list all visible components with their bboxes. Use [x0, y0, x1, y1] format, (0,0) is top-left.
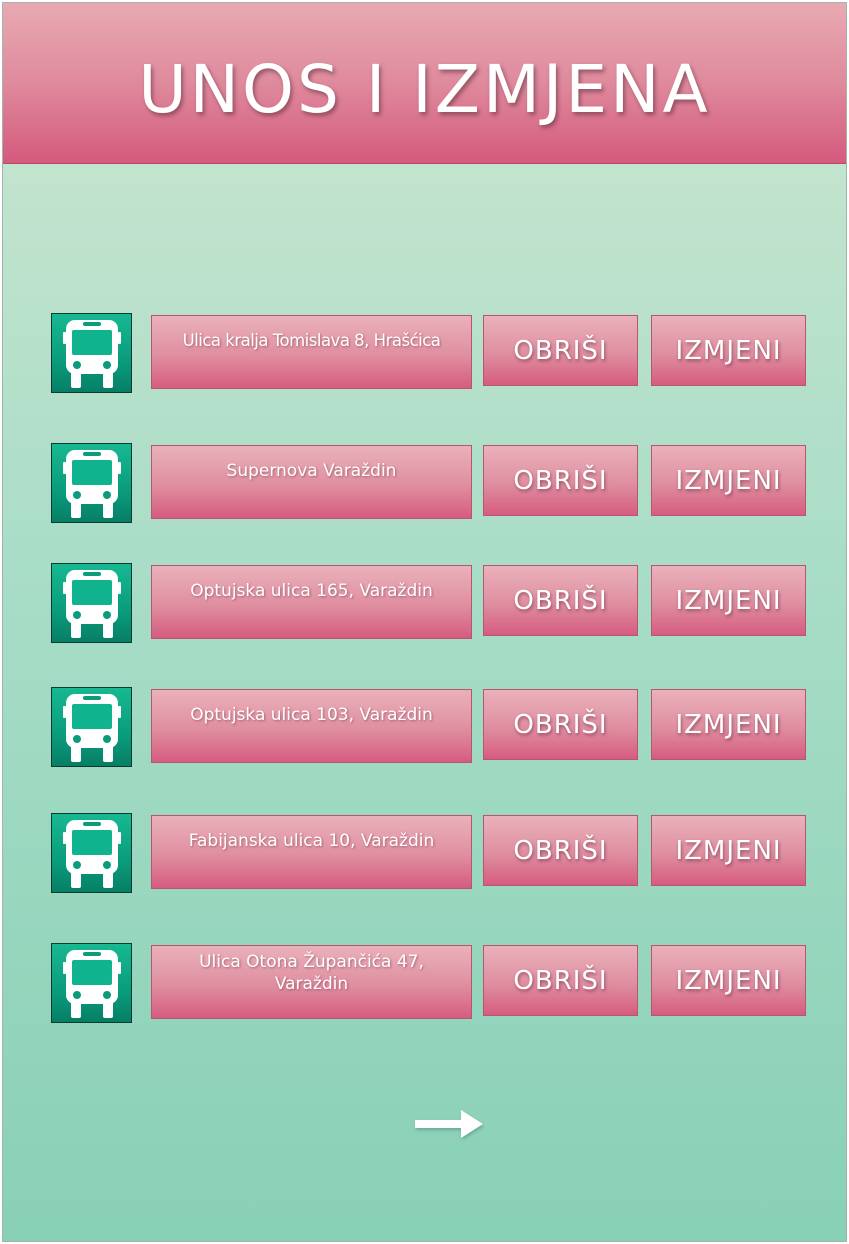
list-item: Supernova Varaždin OBRIŠI IZMJENI — [3, 443, 846, 525]
bus-icon — [51, 443, 132, 523]
edit-button[interactable]: IZMJENI — [651, 945, 806, 1016]
edit-button[interactable]: IZMJENI — [651, 445, 806, 516]
bus-icon — [51, 813, 132, 893]
delete-button[interactable]: OBRIŠI — [483, 815, 638, 886]
list-item: Ulica kralja Tomislava 8, Hrašćica OBRIŠ… — [3, 313, 846, 395]
header-banner: UNOS I IZMJENA — [3, 3, 846, 164]
bus-icon — [51, 943, 132, 1023]
edit-button[interactable]: IZMJENI — [651, 689, 806, 760]
list-item: Fabijanska ulica 10, Varaždin OBRIŠI IZM… — [3, 813, 846, 895]
delete-button[interactable]: OBRIŠI — [483, 315, 638, 386]
edit-button[interactable]: IZMJENI — [651, 815, 806, 886]
delete-button[interactable]: OBRIŠI — [483, 689, 638, 760]
page-title: UNOS I IZMJENA — [138, 51, 711, 128]
bus-icon — [51, 313, 132, 393]
edit-button[interactable]: IZMJENI — [651, 315, 806, 386]
edit-button[interactable]: IZMJENI — [651, 565, 806, 636]
delete-button[interactable]: OBRIŠI — [483, 945, 638, 1016]
list-item: Ulica Otona Župančića 47, Varaždin OBRIŠ… — [3, 943, 846, 1025]
delete-button[interactable]: OBRIŠI — [483, 445, 638, 516]
bus-icon — [51, 687, 132, 767]
address-field[interactable]: Optujska ulica 103, Varaždin — [151, 689, 472, 763]
address-field[interactable]: Optujska ulica 165, Varaždin — [151, 565, 472, 639]
list-item: Optujska ulica 165, Varaždin OBRIŠI IZMJ… — [3, 563, 846, 645]
bus-icon — [51, 563, 132, 643]
page: UNOS I IZMJENA Ulica kralja Tomislava 8,… — [2, 2, 847, 1242]
address-field[interactable]: Fabijanska ulica 10, Varaždin — [151, 815, 472, 889]
address-field[interactable]: Supernova Varaždin — [151, 445, 472, 519]
arrow-right-icon[interactable] — [413, 1106, 485, 1146]
delete-button[interactable]: OBRIŠI — [483, 565, 638, 636]
address-field[interactable]: Ulica Otona Župančića 47, Varaždin — [151, 945, 472, 1019]
address-field[interactable]: Ulica kralja Tomislava 8, Hrašćica — [151, 315, 472, 389]
list-item: Optujska ulica 103, Varaždin OBRIŠI IZMJ… — [3, 687, 846, 769]
